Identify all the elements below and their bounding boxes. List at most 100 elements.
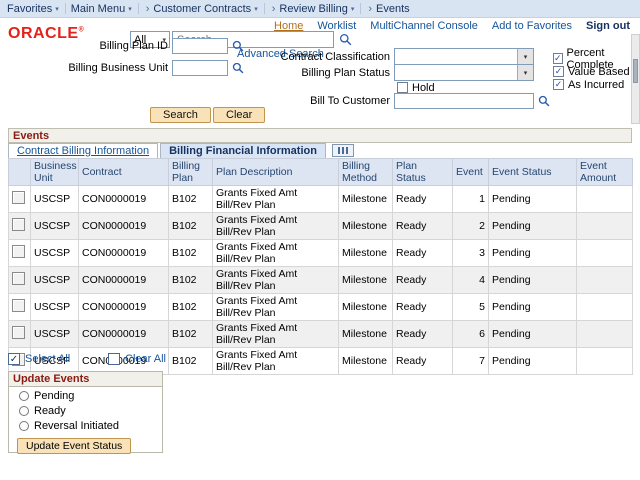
pending-radio-button[interactable] [19,391,29,401]
method-checkboxes: Percent CompleteValue BasedAs Incurred [553,52,640,91]
column-header-event[interactable]: Event [453,159,489,186]
bill-to-customer-row: Bill To Customer [0,92,550,109]
breadcrumb-separator [65,3,66,14]
select-all-control[interactable]: Select All [8,353,70,365]
breadcrumb-item-customer-contracts[interactable]: Customer Contracts [153,3,251,15]
column-header-event-status[interactable]: Event Status [489,159,577,186]
cell-plan-description: Grants Fixed Amt Bill/Rev Plan [213,240,339,267]
row-select-checkbox[interactable] [12,299,25,312]
cell-event-amount [577,267,633,294]
dropdown-arrow-icon: ▾ [517,65,533,80]
cell-plan-status: Ready [393,213,453,240]
table-row: USCSPCON0000019B102Grants Fixed Amt Bill… [9,321,633,348]
cell-event-amount [577,294,633,321]
column-header-plan-status[interactable]: Plan Status [393,159,453,186]
row-select-checkbox[interactable] [12,272,25,285]
update-events-box: Update Events PendingReadyReversal Initi… [8,371,163,453]
events-table: Business UnitContractBilling PlanPlan De… [8,158,633,375]
reversal-initiated-radio-button[interactable] [19,421,29,431]
utility-link-multichannel-console[interactable]: MultiChannel Console [370,20,478,32]
tab-billing-financial-information[interactable]: Billing Financial Information [160,143,326,158]
utility-link-add-to-favorites[interactable]: Add to Favorites [492,20,572,32]
sign-out-link[interactable]: Sign out [586,20,630,32]
clear-all-label: Clear All [125,353,166,365]
table-row: USCSPCON0000019B102Grants Fixed Amt Bill… [9,213,633,240]
row-select-checkbox[interactable] [12,326,25,339]
update-event-status-button[interactable]: Update Event Status [17,438,131,454]
cell-billing-method: Milestone [339,267,393,294]
cell-event-status: Pending [489,321,577,348]
cell-event-status: Pending [489,294,577,321]
cell-contract: CON0000019 [79,294,169,321]
scrollbar-thumb[interactable] [633,59,638,83]
breadcrumb-chevron-icon: › [368,3,372,15]
cell-event-status: Pending [489,240,577,267]
search-button[interactable]: Search [150,107,211,123]
cell-event: 2 [453,213,489,240]
update-events-title: Update Events [9,372,162,387]
cell-business-unit: USCSP [31,294,79,321]
cell-event: 3 [453,240,489,267]
events-section-title: Events [13,130,49,142]
clear-button[interactable]: Clear [213,107,265,123]
as-incurred-checkbox[interactable] [553,79,564,90]
chevron-down-icon: ▾ [351,5,355,13]
cell-plan-description: Grants Fixed Amt Bill/Rev Plan [213,186,339,213]
column-header-event-amount[interactable]: Event Amount [577,159,633,186]
row-select-checkbox[interactable] [12,191,25,204]
ready-radio-button[interactable] [19,406,29,416]
cell-contract: CON0000019 [79,267,169,294]
cell-plan-description: Grants Fixed Amt Bill/Rev Plan [213,321,339,348]
breadcrumb-item-main-menu[interactable]: Main Menu [71,3,125,15]
vertical-scrollbar[interactable] [631,34,640,124]
percent-complete-checkbox[interactable] [553,53,563,64]
update-options: PendingReadyReversal Initiated [9,390,162,432]
cell-event-amount [577,213,633,240]
cell-billing-plan: B102 [169,267,213,294]
chevron-down-icon: ▾ [55,5,59,13]
value-based-label: Value Based [568,66,630,78]
cell-event: 1 [453,186,489,213]
cell-event: 6 [453,321,489,348]
column-header-plan-description[interactable]: Plan Description [213,159,339,186]
cell-plan-status: Ready [393,240,453,267]
billing-plan-status-row: Billing Plan Status ▾ [0,64,534,81]
table-row: USCSPCON0000019B102Grants Fixed Amt Bill… [9,186,633,213]
table-row: USCSPCON0000019B102Grants Fixed Amt Bill… [9,294,633,321]
table-row: USCSPCON0000019B102Grants Fixed Amt Bill… [9,267,633,294]
chevron-down-icon: ▾ [254,5,258,13]
value-based-checkbox[interactable] [553,66,564,77]
breadcrumb-item-review-billing[interactable]: Review Billing [279,3,347,15]
checkbox-row-percent-complete: Percent Complete [553,52,640,65]
cell-plan-description: Grants Fixed Amt Bill/Rev Plan [213,213,339,240]
cell-billing-method: Milestone [339,294,393,321]
search-icon[interactable] [339,33,352,46]
column-header-billing-method[interactable]: Billing Method [339,159,393,186]
bill-to-customer-lookup-icon[interactable] [538,95,550,107]
show-all-columns-icon[interactable] [332,144,354,157]
breadcrumb-item-events[interactable]: Events [376,3,410,15]
cell-event-status: Pending [489,267,577,294]
breadcrumb-separator [360,3,361,14]
contract-classification-label: Contract Classification [0,51,390,63]
breadcrumb-item-favorites[interactable]: Favorites [7,3,52,15]
breadcrumb-chevron-icon: › [272,3,276,15]
row-select-checkbox[interactable] [12,245,25,258]
column-header-contract[interactable]: Contract [79,159,169,186]
contract-classification-select[interactable]: ▾ [394,48,534,65]
checkbox-row-as-incurred: As Incurred [553,78,640,91]
tab-contract-billing-information[interactable]: Contract Billing Information [8,143,158,158]
bill-to-customer-label: Bill To Customer [0,95,390,107]
cell-plan-status: Ready [393,321,453,348]
select-all-label: Select All [25,353,70,365]
clear-all-control[interactable]: Clear All [108,353,166,365]
column-header-business-unit[interactable]: Business Unit [31,159,79,186]
billing-plan-status-label: Billing Plan Status [0,67,390,79]
ready-radio-label: Ready [34,405,66,417]
cell-billing-plan: B102 [169,321,213,348]
bill-to-customer-input[interactable] [394,93,534,109]
cell-plan-description: Grants Fixed Amt Bill/Rev Plan [213,348,339,375]
table-row: USCSPCON0000019B102Grants Fixed Amt Bill… [9,240,633,267]
column-header-billing-plan[interactable]: Billing Plan [169,159,213,186]
row-select-checkbox[interactable] [12,218,25,231]
